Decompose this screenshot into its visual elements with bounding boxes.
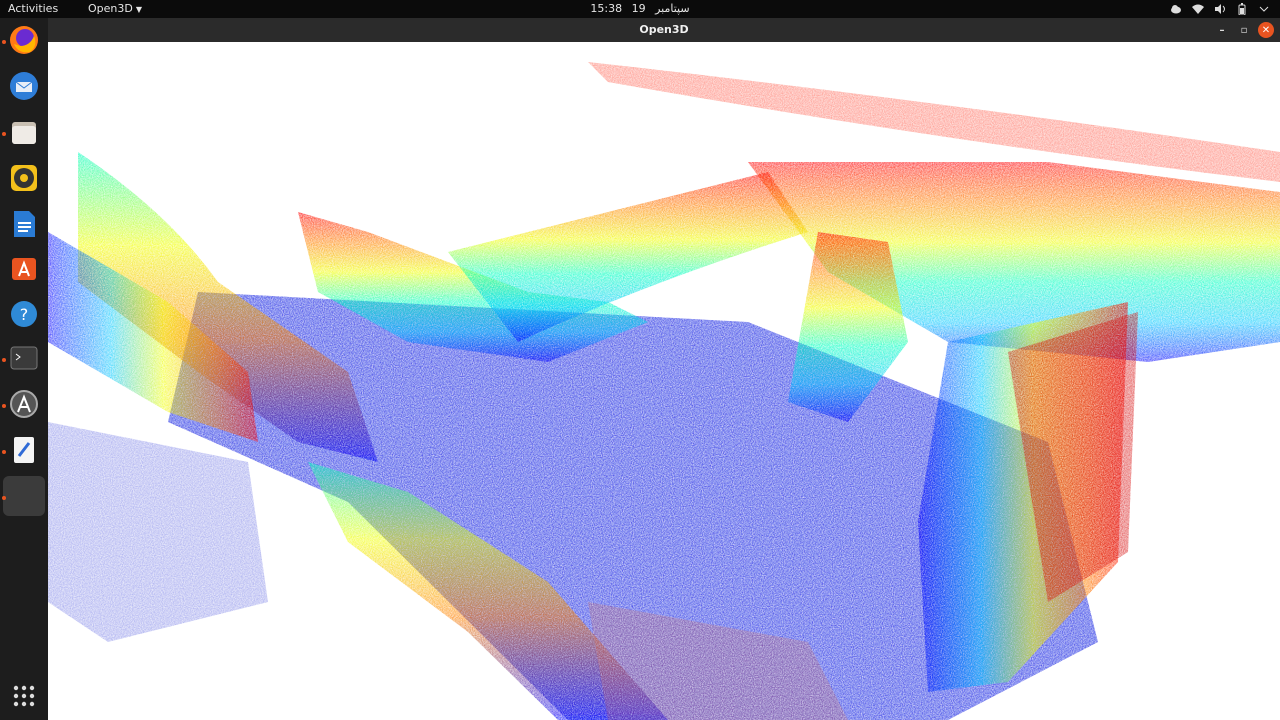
running-indicator bbox=[2, 358, 6, 362]
dock-item-rhythmbox[interactable] bbox=[6, 160, 42, 196]
dock-item-text-editor[interactable] bbox=[6, 432, 42, 468]
window-title: Open3D bbox=[639, 23, 689, 36]
close-icon: ✕ bbox=[1261, 24, 1271, 36]
clock-time: 15:38 bbox=[590, 2, 623, 15]
clock[interactable]: 15:38 19 سپتامبر bbox=[0, 2, 1280, 15]
dock-item-software[interactable] bbox=[6, 250, 42, 286]
svg-text:?: ? bbox=[20, 305, 29, 324]
software-icon bbox=[12, 258, 36, 280]
clock-date-day: 19 bbox=[631, 2, 646, 15]
dock-item-files[interactable] bbox=[6, 114, 42, 150]
show-applications-icon bbox=[13, 685, 35, 707]
clock-date-month: سپتامبر bbox=[655, 2, 690, 15]
cloud-icon[interactable] bbox=[1170, 3, 1182, 15]
dock-item-writer[interactable] bbox=[6, 206, 42, 242]
dock-item-open3d[interactable] bbox=[3, 476, 45, 516]
top-bar: Activities Open3D ▼ 15:38 19 سپتامبر bbox=[0, 0, 1280, 18]
dock-item-updater[interactable] bbox=[6, 386, 42, 422]
dock-item-terminal[interactable] bbox=[6, 340, 42, 376]
running-indicator bbox=[2, 496, 6, 500]
thunderbird-icon bbox=[10, 72, 38, 100]
running-indicator bbox=[2, 450, 6, 454]
dock: ? bbox=[0, 18, 48, 720]
minimize-button[interactable]: – bbox=[1214, 22, 1230, 38]
system-tray[interactable] bbox=[1170, 1, 1270, 17]
wifi-icon[interactable] bbox=[1192, 3, 1204, 15]
dock-item-thunderbird[interactable] bbox=[6, 68, 42, 104]
files-icon bbox=[12, 122, 36, 144]
dock-item-firefox[interactable] bbox=[6, 22, 42, 58]
close-button[interactable]: ✕ bbox=[1258, 22, 1274, 38]
show-applications-button[interactable] bbox=[6, 678, 42, 714]
point-cloud-render bbox=[48, 62, 1280, 720]
firefox-icon bbox=[10, 26, 38, 54]
battery-icon[interactable] bbox=[1236, 3, 1248, 15]
power-menu-icon[interactable] bbox=[1258, 3, 1270, 15]
window-titlebar[interactable]: Open3D – ▫ ✕ bbox=[48, 18, 1280, 42]
running-indicator bbox=[2, 40, 6, 44]
updater-icon bbox=[10, 390, 38, 418]
help-icon: ? bbox=[11, 301, 37, 327]
restore-icon: ▫ bbox=[1240, 24, 1248, 36]
writer-icon bbox=[14, 211, 35, 237]
volume-icon[interactable] bbox=[1214, 3, 1226, 15]
running-indicator bbox=[2, 132, 6, 136]
minimize-icon: – bbox=[1219, 24, 1225, 36]
terminal-icon bbox=[10, 346, 38, 370]
running-indicator bbox=[2, 404, 6, 408]
point-cloud-viewport[interactable] bbox=[48, 42, 1280, 720]
text-editor-icon bbox=[14, 437, 34, 463]
maximize-button[interactable]: ▫ bbox=[1236, 22, 1252, 38]
rhythmbox-icon bbox=[11, 165, 37, 191]
dock-item-help[interactable]: ? bbox=[6, 296, 42, 332]
